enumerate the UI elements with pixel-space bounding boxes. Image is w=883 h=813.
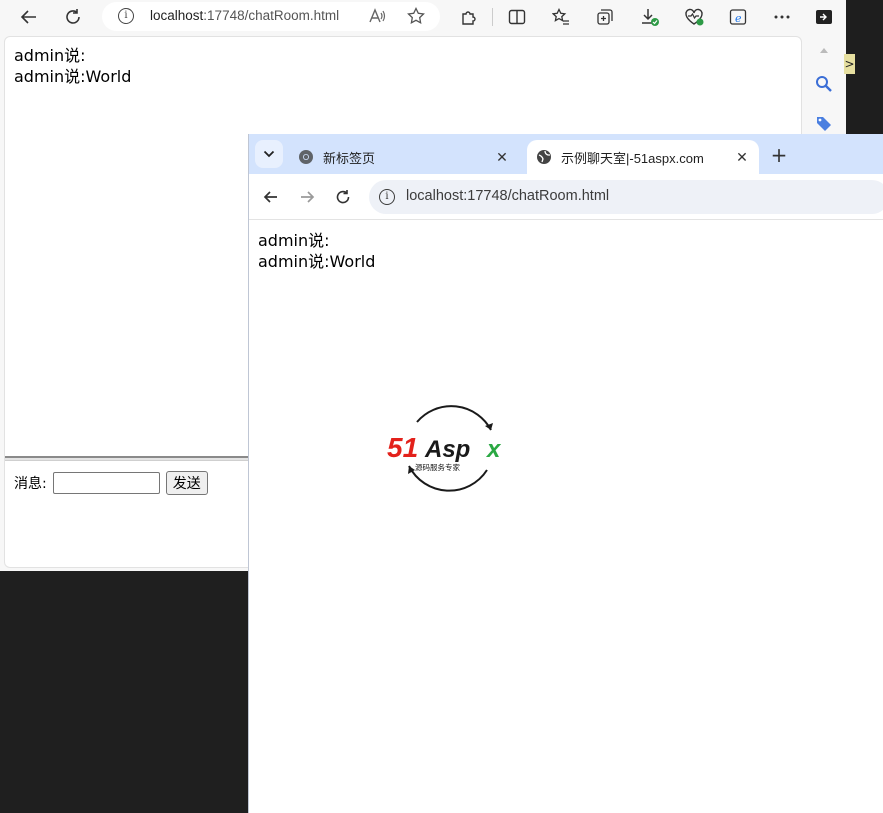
ie-mode-icon[interactable]: e: [725, 4, 751, 30]
read-aloud-icon[interactable]: [364, 3, 390, 29]
51aspx-logo: 51 Asp x 源码服务专家: [387, 402, 513, 494]
svg-text:x: x: [485, 436, 502, 463]
close-tab-icon[interactable]: ✕: [493, 148, 511, 166]
chrome-toolbar: i localhost:17748/chatRoom.html: [249, 174, 883, 220]
edge-toolbar: i localhost:17748/chatRoom.html e: [0, 0, 846, 34]
frame-divider[interactable]: [5, 456, 265, 461]
message-list: admin说: admin说:World: [258, 230, 375, 272]
tab-label: 新标签页: [323, 150, 376, 166]
chrome-browser-window: 新标签页 ✕ 示例聊天室|-51aspx.com ✕ + i localhost…: [248, 134, 883, 813]
reload-icon[interactable]: [331, 185, 355, 209]
editor-marker-icon: >: [844, 54, 855, 74]
omnibox-url[interactable]: localhost:17748/chatRoom.html: [406, 188, 609, 204]
forward-icon[interactable]: [295, 185, 319, 209]
svg-text:源码服务专家: 源码服务专家: [415, 462, 460, 472]
sidebar-toggle-icon[interactable]: [811, 4, 837, 30]
tab-strip: 新标签页 ✕ 示例聊天室|-51aspx.com ✕ +: [249, 134, 883, 174]
back-icon[interactable]: [259, 185, 283, 209]
favorites-icon[interactable]: [548, 4, 574, 30]
address-url[interactable]: localhost:17748/chatRoom.html: [150, 8, 339, 23]
message-form: 消息: 发送: [14, 471, 208, 495]
globe-icon: [537, 150, 551, 164]
collections-icon[interactable]: [592, 4, 618, 30]
message-label: 消息:: [14, 476, 47, 492]
message-input[interactable]: [52, 472, 160, 494]
message-item: admin说:: [258, 231, 330, 250]
tab-search-button[interactable]: [255, 140, 283, 168]
scroll-up-icon[interactable]: [812, 38, 836, 62]
message-item: admin说:: [14, 46, 86, 65]
message-item: admin说:World: [14, 67, 132, 86]
tab-new-tab[interactable]: 新标签页 ✕: [289, 140, 519, 174]
new-tab-button[interactable]: +: [767, 143, 791, 167]
close-tab-icon[interactable]: ✕: [733, 148, 751, 166]
site-info-icon[interactable]: i: [118, 8, 134, 24]
shopping-tag-icon[interactable]: [812, 112, 836, 136]
tab-chat-room[interactable]: 示例聊天室|-51aspx.com ✕: [527, 140, 759, 174]
message-item: admin说:World: [258, 252, 376, 271]
send-button[interactable]: 发送: [165, 471, 208, 495]
downloads-icon[interactable]: [637, 4, 663, 30]
toolbar-separator: [492, 8, 493, 26]
site-info-icon[interactable]: i: [379, 189, 395, 205]
svg-text:Asp: Asp: [424, 436, 470, 463]
svg-text:51: 51: [387, 432, 418, 463]
browser-essentials-icon[interactable]: [681, 4, 707, 30]
search-icon[interactable]: [812, 72, 836, 96]
message-list: admin说: admin说:World: [14, 45, 131, 87]
refresh-icon[interactable]: [60, 4, 86, 30]
more-options-icon[interactable]: [769, 4, 795, 30]
omnibox[interactable]: i localhost:17748/chatRoom.html: [369, 180, 883, 214]
split-screen-icon[interactable]: [504, 4, 530, 30]
address-bar[interactable]: i localhost:17748/chatRoom.html: [102, 2, 440, 31]
favorite-star-icon[interactable]: [403, 3, 429, 29]
tab-label: 示例聊天室|-51aspx.com: [561, 150, 704, 166]
svg-text:e: e: [735, 12, 742, 25]
chrome-icon: [299, 150, 313, 164]
back-icon[interactable]: [16, 4, 42, 30]
extensions-icon[interactable]: [456, 4, 482, 30]
